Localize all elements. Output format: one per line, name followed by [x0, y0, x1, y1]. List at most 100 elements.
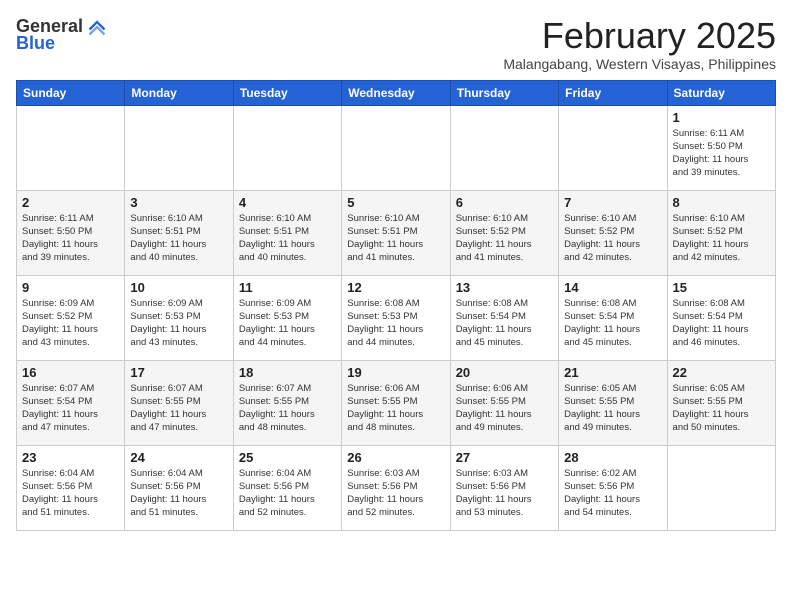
- day-number: 22: [673, 365, 770, 380]
- weekday-header-sunday: Sunday: [17, 80, 125, 105]
- day-info: Sunrise: 6:09 AM Sunset: 5:53 PM Dayligh…: [239, 297, 336, 350]
- day-info: Sunrise: 6:06 AM Sunset: 5:55 PM Dayligh…: [347, 382, 444, 435]
- day-info: Sunrise: 6:02 AM Sunset: 5:56 PM Dayligh…: [564, 467, 661, 520]
- calendar-cell: 12 Sunrise: 6:08 AM Sunset: 5:53 PM Dayli…: [342, 275, 450, 360]
- day-info: Sunrise: 6:09 AM Sunset: 5:52 PM Dayligh…: [22, 297, 119, 350]
- day-info: Sunrise: 6:10 AM Sunset: 5:51 PM Dayligh…: [239, 212, 336, 265]
- calendar-cell: 10 Sunrise: 6:09 AM Sunset: 5:53 PM Dayli…: [125, 275, 233, 360]
- logo-blue: Blue: [16, 33, 55, 54]
- calendar-cell: [17, 105, 125, 190]
- day-info: Sunrise: 6:04 AM Sunset: 5:56 PM Dayligh…: [22, 467, 119, 520]
- calendar-cell: 8 Sunrise: 6:10 AM Sunset: 5:52 PM Daylig…: [667, 190, 775, 275]
- calendar: SundayMondayTuesdayWednesdayThursdayFrid…: [16, 80, 776, 531]
- location-title: Malangabang, Western Visayas, Philippine…: [503, 56, 776, 72]
- day-info: Sunrise: 6:10 AM Sunset: 5:52 PM Dayligh…: [456, 212, 553, 265]
- day-number: 24: [130, 450, 227, 465]
- weekday-header-thursday: Thursday: [450, 80, 558, 105]
- calendar-cell: 17 Sunrise: 6:07 AM Sunset: 5:55 PM Dayli…: [125, 360, 233, 445]
- calendar-cell: 4 Sunrise: 6:10 AM Sunset: 5:51 PM Daylig…: [233, 190, 341, 275]
- day-number: 11: [239, 280, 336, 295]
- calendar-cell: 9 Sunrise: 6:09 AM Sunset: 5:52 PM Daylig…: [17, 275, 125, 360]
- calendar-cell: [342, 105, 450, 190]
- day-number: 7: [564, 195, 661, 210]
- day-info: Sunrise: 6:08 AM Sunset: 5:54 PM Dayligh…: [673, 297, 770, 350]
- day-number: 14: [564, 280, 661, 295]
- calendar-cell: 6 Sunrise: 6:10 AM Sunset: 5:52 PM Daylig…: [450, 190, 558, 275]
- day-info: Sunrise: 6:07 AM Sunset: 5:55 PM Dayligh…: [130, 382, 227, 435]
- day-number: 19: [347, 365, 444, 380]
- day-number: 4: [239, 195, 336, 210]
- calendar-cell: [559, 105, 667, 190]
- day-number: 21: [564, 365, 661, 380]
- day-number: 2: [22, 195, 119, 210]
- calendar-week-row: 16 Sunrise: 6:07 AM Sunset: 5:54 PM Dayli…: [17, 360, 776, 445]
- calendar-cell: 3 Sunrise: 6:10 AM Sunset: 5:51 PM Daylig…: [125, 190, 233, 275]
- day-number: 27: [456, 450, 553, 465]
- day-number: 17: [130, 365, 227, 380]
- calendar-cell: 28 Sunrise: 6:02 AM Sunset: 5:56 PM Dayli…: [559, 445, 667, 530]
- day-info: Sunrise: 6:11 AM Sunset: 5:50 PM Dayligh…: [673, 127, 770, 180]
- day-info: Sunrise: 6:07 AM Sunset: 5:54 PM Dayligh…: [22, 382, 119, 435]
- calendar-cell: 15 Sunrise: 6:08 AM Sunset: 5:54 PM Dayli…: [667, 275, 775, 360]
- day-number: 25: [239, 450, 336, 465]
- weekday-header-row: SundayMondayTuesdayWednesdayThursdayFrid…: [17, 80, 776, 105]
- day-number: 15: [673, 280, 770, 295]
- day-info: Sunrise: 6:04 AM Sunset: 5:56 PM Dayligh…: [239, 467, 336, 520]
- day-number: 26: [347, 450, 444, 465]
- day-info: Sunrise: 6:08 AM Sunset: 5:54 PM Dayligh…: [456, 297, 553, 350]
- calendar-week-row: 9 Sunrise: 6:09 AM Sunset: 5:52 PM Daylig…: [17, 275, 776, 360]
- calendar-cell: [233, 105, 341, 190]
- weekday-header-tuesday: Tuesday: [233, 80, 341, 105]
- day-info: Sunrise: 6:09 AM Sunset: 5:53 PM Dayligh…: [130, 297, 227, 350]
- day-number: 8: [673, 195, 770, 210]
- day-number: 28: [564, 450, 661, 465]
- calendar-cell: 14 Sunrise: 6:08 AM Sunset: 5:54 PM Dayli…: [559, 275, 667, 360]
- calendar-cell: 20Sunrise: 6:06 AM Sunset: 5:55 PM Dayli…: [450, 360, 558, 445]
- calendar-cell: 16 Sunrise: 6:07 AM Sunset: 5:54 PM Dayli…: [17, 360, 125, 445]
- calendar-cell: 7 Sunrise: 6:10 AM Sunset: 5:52 PM Daylig…: [559, 190, 667, 275]
- calendar-cell: [450, 105, 558, 190]
- calendar-cell: 2Sunrise: 6:11 AM Sunset: 5:50 PM Daylig…: [17, 190, 125, 275]
- day-info: Sunrise: 6:05 AM Sunset: 5:55 PM Dayligh…: [564, 382, 661, 435]
- day-number: 20: [456, 365, 553, 380]
- day-info: Sunrise: 6:10 AM Sunset: 5:51 PM Dayligh…: [347, 212, 444, 265]
- day-info: Sunrise: 6:03 AM Sunset: 5:56 PM Dayligh…: [347, 467, 444, 520]
- day-number: 23: [22, 450, 119, 465]
- weekday-header-friday: Friday: [559, 80, 667, 105]
- day-number: 12: [347, 280, 444, 295]
- calendar-cell: 25 Sunrise: 6:04 AM Sunset: 5:56 PM Dayli…: [233, 445, 341, 530]
- calendar-week-row: 2Sunrise: 6:11 AM Sunset: 5:50 PM Daylig…: [17, 190, 776, 275]
- calendar-cell: 13 Sunrise: 6:08 AM Sunset: 5:54 PM Dayli…: [450, 275, 558, 360]
- calendar-cell: 23 Sunrise: 6:04 AM Sunset: 5:56 PM Dayli…: [17, 445, 125, 530]
- calendar-cell: [667, 445, 775, 530]
- calendar-cell: 11 Sunrise: 6:09 AM Sunset: 5:53 PM Dayli…: [233, 275, 341, 360]
- day-number: 13: [456, 280, 553, 295]
- day-info: Sunrise: 6:08 AM Sunset: 5:54 PM Dayligh…: [564, 297, 661, 350]
- day-info: Sunrise: 6:10 AM Sunset: 5:52 PM Dayligh…: [673, 212, 770, 265]
- day-info: Sunrise: 6:10 AM Sunset: 5:52 PM Dayligh…: [564, 212, 661, 265]
- logo: General Blue: [16, 16, 107, 54]
- day-number: 18: [239, 365, 336, 380]
- calendar-week-row: 23 Sunrise: 6:04 AM Sunset: 5:56 PM Dayli…: [17, 445, 776, 530]
- calendar-cell: 27 Sunrise: 6:03 AM Sunset: 5:56 PM Dayli…: [450, 445, 558, 530]
- day-info: Sunrise: 6:04 AM Sunset: 5:56 PM Dayligh…: [130, 467, 227, 520]
- page-header: General Blue February 2025 Malangabang, …: [16, 16, 776, 72]
- calendar-week-row: 1Sunrise: 6:11 AM Sunset: 5:50 PM Daylig…: [17, 105, 776, 190]
- calendar-cell: [125, 105, 233, 190]
- weekday-header-saturday: Saturday: [667, 80, 775, 105]
- day-number: 6: [456, 195, 553, 210]
- day-number: 10: [130, 280, 227, 295]
- day-number: 3: [130, 195, 227, 210]
- day-info: Sunrise: 6:08 AM Sunset: 5:53 PM Dayligh…: [347, 297, 444, 350]
- logo-icon: [87, 17, 107, 37]
- day-info: Sunrise: 6:03 AM Sunset: 5:56 PM Dayligh…: [456, 467, 553, 520]
- month-title: February 2025: [503, 16, 776, 56]
- calendar-cell: 19 Sunrise: 6:06 AM Sunset: 5:55 PM Dayli…: [342, 360, 450, 445]
- weekday-header-monday: Monday: [125, 80, 233, 105]
- day-number: 16: [22, 365, 119, 380]
- day-number: 5: [347, 195, 444, 210]
- day-number: 9: [22, 280, 119, 295]
- weekday-header-wednesday: Wednesday: [342, 80, 450, 105]
- calendar-cell: 21 Sunrise: 6:05 AM Sunset: 5:55 PM Dayli…: [559, 360, 667, 445]
- day-info: Sunrise: 6:10 AM Sunset: 5:51 PM Dayligh…: [130, 212, 227, 265]
